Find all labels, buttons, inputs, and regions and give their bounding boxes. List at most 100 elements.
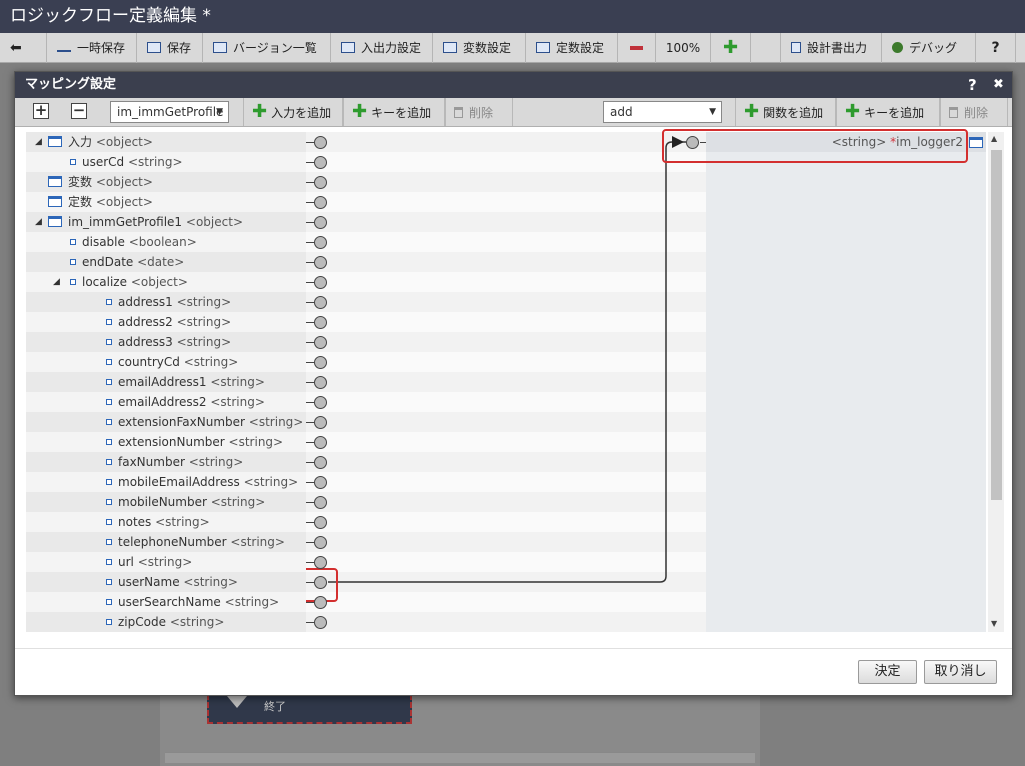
zoom-in-button[interactable]: ✚ <box>711 32 751 63</box>
source-port[interactable] <box>314 476 327 489</box>
mapping-dialog: マッピング設定 ? ✖ + − im_immGetProfile ▼ ✚ 入力を追加… <box>14 71 1013 696</box>
delete-right-button[interactable]: 削除 <box>940 98 1008 126</box>
source-port[interactable] <box>314 156 327 169</box>
source-tree-row[interactable]: ◢ im_immGetProfile1 <object> <box>26 212 306 232</box>
debug-button[interactable]: デバッグ <box>882 32 976 63</box>
mapping-stripe <box>306 132 706 152</box>
mapping-stripe <box>306 352 706 372</box>
scroll-down-icon[interactable]: ▼ <box>991 619 997 628</box>
spec-export-button[interactable]: 設計書出力 <box>781 32 882 63</box>
source-tree-row[interactable]: extensionNumber <string> <box>26 432 306 452</box>
source-port[interactable] <box>314 556 327 569</box>
source-port[interactable] <box>314 176 327 189</box>
source-tree-row[interactable]: faxNumber <string> <box>26 452 306 472</box>
ok-button[interactable]: 決定 <box>858 660 917 684</box>
end-node[interactable]: 終了 <box>207 694 412 724</box>
source-tree-row[interactable]: endDate <date> <box>26 252 306 272</box>
canvas-horizontal-scrollbar[interactable] <box>165 752 755 763</box>
var-settings-button[interactable]: 変数設定 <box>433 32 526 63</box>
source-port-stem <box>306 262 314 263</box>
source-port-stem <box>306 322 314 323</box>
source-port[interactable] <box>314 396 327 409</box>
mapping-stripe <box>306 452 706 472</box>
source-port[interactable] <box>314 296 327 309</box>
source-field-label: 変数 <object> <box>68 172 153 192</box>
cancel-button[interactable]: 取り消し <box>924 660 997 684</box>
source-tree-row[interactable]: 定数 <object> <box>26 192 306 212</box>
add-function-button[interactable]: ✚ 関数を追加 <box>735 98 836 126</box>
source-tree-row[interactable]: disable <boolean> <box>26 232 306 252</box>
source-port[interactable] <box>314 596 327 609</box>
source-port-stem <box>306 282 314 283</box>
save-button[interactable]: 保存 <box>137 32 203 63</box>
io-settings-button[interactable]: 入出力設定 <box>331 32 433 63</box>
source-tree-row[interactable]: ◢ 入力 <object> <box>26 132 306 152</box>
mapping-stripe <box>306 232 706 252</box>
source-tree-row[interactable]: telephoneNumber <string> <box>26 532 306 552</box>
add-key-right-button[interactable]: ✚ キーを追加 <box>836 98 940 126</box>
source-port[interactable] <box>314 336 327 349</box>
expand-toggle-icon[interactable]: ◢ <box>53 272 60 292</box>
version-list-button[interactable]: バージョン一覧 <box>203 32 331 63</box>
source-port[interactable] <box>314 356 327 369</box>
object-icon <box>48 136 62 147</box>
source-port-stem <box>306 622 314 623</box>
source-tree-row[interactable]: ◢ localize <object> <box>26 272 306 292</box>
const-settings-button[interactable]: 定数設定 <box>526 32 618 63</box>
mapping-vertical-scrollbar[interactable]: ▲ ▼ <box>988 132 1004 632</box>
source-port[interactable] <box>314 516 327 529</box>
source-tree-row[interactable]: userCd <string> <box>26 152 306 172</box>
source-tree-row[interactable]: mobileEmailAddress <string> <box>26 472 306 492</box>
temp-save-button[interactable]: 一時保存 <box>47 32 137 63</box>
zoom-out-button[interactable] <box>618 32 656 63</box>
source-tree-row[interactable]: countryCd <string> <box>26 352 306 372</box>
source-port[interactable] <box>314 256 327 269</box>
source-tree-row[interactable]: address2 <string> <box>26 312 306 332</box>
source-port[interactable] <box>314 536 327 549</box>
delete-left-button[interactable]: 削除 <box>445 98 513 126</box>
source-port[interactable] <box>314 216 327 229</box>
source-tree-row[interactable]: extensionFaxNumber <string> <box>26 412 306 432</box>
source-port[interactable] <box>314 136 327 149</box>
scroll-up-icon[interactable]: ▲ <box>991 134 997 143</box>
source-port[interactable] <box>314 196 327 209</box>
source-tree-row[interactable]: emailAddress1 <string> <box>26 372 306 392</box>
source-select[interactable]: im_immGetProfile ▼ <box>110 101 229 123</box>
source-port[interactable] <box>314 616 327 629</box>
expand-toggle-icon[interactable]: ◢ <box>35 212 42 232</box>
add-input-button[interactable]: ✚ 入力を追加 <box>243 98 343 126</box>
source-field-type: <string> <box>230 535 285 549</box>
source-tree-row[interactable]: notes <string> <box>26 512 306 532</box>
object-icon <box>48 216 62 227</box>
source-port[interactable] <box>314 436 327 449</box>
source-field-name: extensionNumber <box>118 435 225 449</box>
app-help-button[interactable]: ? <box>976 32 1016 63</box>
source-port[interactable] <box>314 496 327 509</box>
dialog-close-button[interactable]: ✖ <box>993 72 1004 98</box>
source-tree-row[interactable]: address3 <string> <box>26 332 306 352</box>
dialog-help-button[interactable]: ? <box>968 72 977 98</box>
source-port[interactable] <box>314 376 327 389</box>
source-port[interactable] <box>314 236 327 249</box>
source-port[interactable] <box>314 316 327 329</box>
function-select[interactable]: add ▼ <box>603 101 722 123</box>
collapse-all-button[interactable]: − <box>71 103 87 119</box>
source-port[interactable] <box>314 416 327 429</box>
back-button[interactable]: ⬅ <box>0 32 47 63</box>
source-port[interactable] <box>314 456 327 469</box>
source-tree-row[interactable]: userSearchName <string> <box>26 592 306 612</box>
expand-all-button[interactable]: + <box>33 103 49 119</box>
source-tree-row[interactable]: 変数 <object> <box>26 172 306 192</box>
expand-toggle-icon[interactable]: ◢ <box>35 132 42 152</box>
source-port[interactable] <box>314 576 327 589</box>
source-port[interactable] <box>314 276 327 289</box>
source-tree-row[interactable]: mobileNumber <string> <box>26 492 306 512</box>
source-field-type: <string> <box>183 575 238 589</box>
add-key-left-button[interactable]: ✚ キーを追加 <box>343 98 445 126</box>
source-tree-row[interactable]: userName <string> <box>26 572 306 592</box>
source-tree-row[interactable]: zipCode <string> <box>26 612 306 632</box>
source-tree-row[interactable]: address1 <string> <box>26 292 306 312</box>
source-tree-row[interactable]: emailAddress2 <string> <box>26 392 306 412</box>
source-tree-row[interactable]: url <string> <box>26 552 306 572</box>
scroll-thumb[interactable] <box>991 150 1002 500</box>
